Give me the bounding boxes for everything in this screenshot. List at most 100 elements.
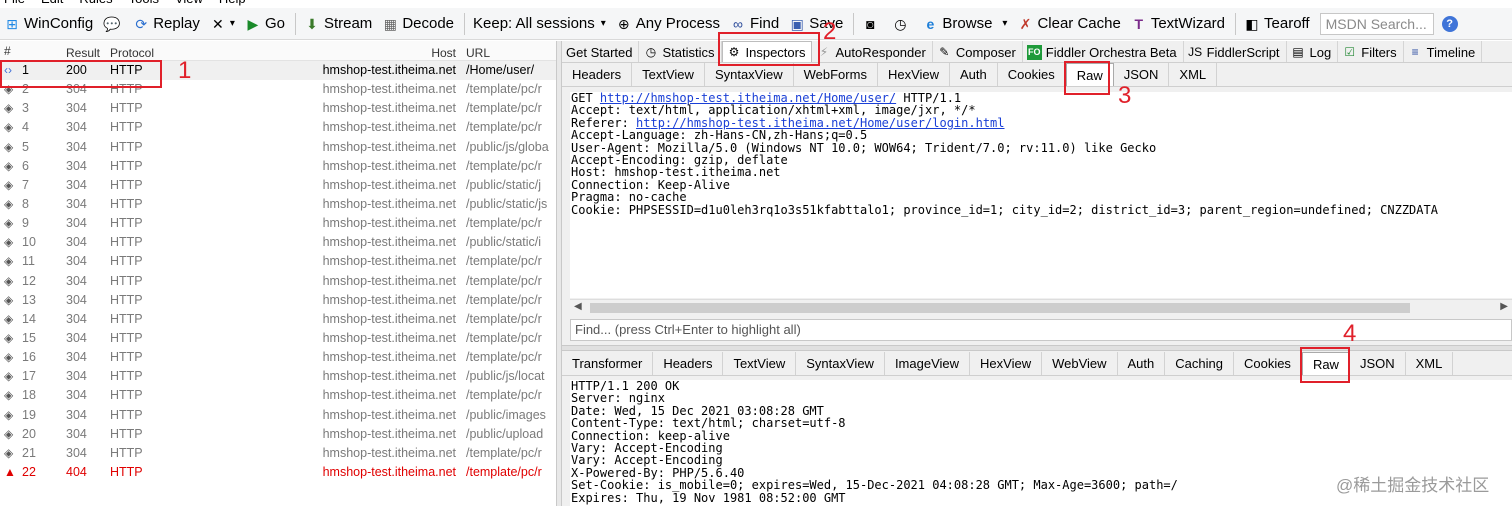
response-tab-hexview[interactable]: HexView [970, 352, 1043, 375]
remove-button[interactable]: ✕ ▾ [206, 10, 241, 38]
timer-button[interactable]: ◷ [888, 10, 918, 38]
session-protocol-cell: HTTP [110, 426, 143, 441]
html-document-icon: ◈ [4, 120, 14, 135]
session-row[interactable]: ◈ 18 304 HTTP hmshop-test.itheima.net/templa… [0, 386, 556, 405]
session-row[interactable]: ◈ 5 304 HTTP hmshop-test.itheima.net/public/… [0, 138, 556, 157]
menu-item-edit[interactable]: Edit [37, 0, 75, 7]
response-tab-imageview[interactable]: ImageView [885, 352, 971, 375]
menu-item-rules[interactable]: Rules [75, 0, 124, 7]
session-protocol-cell: HTTP [110, 101, 143, 116]
request-tab-syntaxview[interactable]: SyntaxView [705, 63, 794, 86]
response-tab-xml[interactable]: XML [1406, 352, 1454, 375]
session-result-cell: 304 [66, 177, 87, 192]
session-num-cell: ◈ 7 [0, 176, 60, 195]
go-button[interactable]: ▶ Go [241, 10, 291, 38]
tab-get-started[interactable]: Get Started [562, 41, 640, 62]
response-tab-syntaxview[interactable]: SyntaxView [796, 352, 885, 375]
session-host-cell: hmshop-test.itheima.net [322, 216, 456, 231]
column-header-num[interactable]: # [0, 41, 60, 60]
tab-filters[interactable]: ☑ Filters [1338, 41, 1404, 62]
column-header-url[interactable]: URL [466, 41, 556, 60]
scrollbar-thumb[interactable] [590, 303, 1410, 313]
menu-item-view[interactable]: View [171, 0, 215, 7]
replay-button[interactable]: ⟳ Replay [129, 10, 206, 38]
find-input[interactable]: Find... (press Ctrl+Enter to highlight a… [570, 319, 1512, 341]
keep-sessions-dropdown[interactable]: Keep: All sessions ▾ [469, 10, 612, 38]
session-url-cell: /public/js/locat [466, 369, 545, 384]
request-tab-auth[interactable]: Auth [950, 63, 998, 86]
stream-button[interactable]: ⬇ Stream [300, 10, 378, 38]
textwizard-button[interactable]: T TextWizard [1127, 10, 1231, 38]
help-icon[interactable]: ? [1441, 15, 1458, 32]
request-tab-xml[interactable]: XML [1169, 63, 1218, 86]
screenshot-button[interactable]: ◙ [858, 10, 888, 38]
request-raw-text[interactable]: GET http://hmshop-test.itheima.net/Home/… [570, 92, 1512, 298]
session-row[interactable]: ◈ 12 304 HTTP hmshop-test.itheima.net/templa… [0, 272, 556, 291]
windows-icon: ⊞ [6, 15, 18, 32]
column-header-result[interactable]: Result [60, 41, 110, 60]
session-row[interactable]: ◈ 13 304 HTTP hmshop-test.itheima.net/templa… [0, 291, 556, 310]
response-tab-cookies[interactable]: Cookies [1234, 352, 1302, 375]
response-tab-transformer[interactable]: Transformer [562, 352, 654, 375]
session-result-cell: 304 [66, 216, 87, 231]
column-header-host[interactable]: Host [200, 41, 466, 60]
scroll-right-icon[interactable]: ▶ [1500, 301, 1508, 312]
session-row[interactable]: ◈ 7 304 HTTP hmshop-test.itheima.net/public/… [0, 176, 556, 195]
session-row[interactable]: ◈ 11 304 HTTP hmshop-test.itheima.net/templa… [0, 252, 556, 271]
session-protocol-cell: HTTP [110, 464, 143, 479]
winconfig-button[interactable]: ⊞ WinConfig [0, 10, 99, 38]
session-row[interactable]: ◈ 15 304 HTTP hmshop-test.itheima.net/templa… [0, 329, 556, 348]
msdn-search-input[interactable]: MSDN Search... [1319, 12, 1434, 35]
response-tab-caching[interactable]: Caching [1165, 352, 1234, 375]
response-tab-auth[interactable]: Auth [1118, 352, 1166, 375]
menu-item-tools[interactable]: Tools [125, 0, 171, 7]
request-tab-cookies[interactable]: Cookies [998, 63, 1066, 86]
scroll-left-icon[interactable]: ◀ [574, 301, 582, 312]
session-row[interactable]: ◈ 6 304 HTTP hmshop-test.itheima.net/templat… [0, 157, 556, 176]
session-num-cell: ◈ 4 [0, 118, 60, 137]
clear-cache-button[interactable]: ✗ Clear Cache [1013, 10, 1126, 38]
session-num-cell: ◈ 19 [0, 406, 60, 425]
session-row[interactable]: ◈ 21 304 HTTP hmshop-test.itheima.net/templa… [0, 444, 556, 463]
html-document-icon: ◈ [4, 445, 14, 460]
session-row[interactable]: ◈ 16 304 HTTP hmshop-test.itheima.net/templa… [0, 348, 556, 367]
session-row[interactable]: ◈ 4 304 HTTP hmshop-test.itheima.net/templat… [0, 118, 556, 137]
response-tab-headers[interactable]: Headers [653, 352, 724, 375]
session-row[interactable]: ◈ 9 304 HTTP hmshop-test.itheima.net/templat… [0, 214, 556, 233]
comment-button[interactable]: 💬 [99, 10, 129, 38]
browse-button[interactable]: e Browse ▾ [918, 10, 1013, 38]
session-host-cell: hmshop-test.itheima.net [322, 292, 456, 307]
any-process-button[interactable]: ⊕ Any Process [612, 10, 726, 38]
session-result-cell: 404 [66, 464, 87, 479]
tab-fiddler-orchestra-beta[interactable]: FO Fiddler Orchestra Beta [1023, 41, 1184, 62]
tab-statistics[interactable]: ◷ Statistics [639, 41, 722, 62]
menu-item-help[interactable]: Help [215, 0, 258, 7]
horizontal-scrollbar[interactable]: ◀ ▶ [570, 299, 1512, 315]
session-protocol-cell: HTTP [110, 369, 143, 384]
session-row[interactable]: ◈ 14 304 HTTP hmshop-test.itheima.net/templa… [0, 310, 556, 329]
session-row[interactable]: ◈ 19 304 HTTP hmshop-test.itheima.net/public… [0, 406, 556, 425]
request-tab-textview[interactable]: TextView [632, 63, 705, 86]
session-row[interactable]: ▲ 22 404 HTTP hmshop-test.itheima.net/templa… [0, 463, 556, 482]
session-row[interactable]: ◈ 8 304 HTTP hmshop-test.itheima.net/public/… [0, 195, 556, 214]
request-tab-hexview[interactable]: HexView [878, 63, 951, 86]
response-tab-json[interactable]: JSON [1350, 352, 1406, 375]
tab-composer[interactable]: ✎ Composer [933, 41, 1023, 62]
menu-item-file[interactable]: File [0, 0, 37, 7]
session-row[interactable]: ◈ 20 304 HTTP hmshop-test.itheima.net/public… [0, 425, 556, 444]
session-url-cell: /public/static/j [466, 177, 542, 192]
horizontal-splitter[interactable] [562, 345, 1512, 351]
response-tab-textview[interactable]: TextView [723, 352, 797, 375]
session-url-cell: /template/pc/r [466, 216, 542, 231]
session-row[interactable]: ◈ 10 304 HTTP hmshop-test.itheima.net/public… [0, 233, 556, 252]
tab-fiddlerscript[interactable]: JS FiddlerScript [1184, 41, 1287, 62]
tearoff-button[interactable]: ◧ Tearoff [1240, 10, 1316, 38]
session-row[interactable]: ◈ 17 304 HTTP hmshop-test.itheima.net/public… [0, 367, 556, 386]
tab-log[interactable]: ▤ Log [1287, 41, 1339, 62]
decode-button[interactable]: ▦ Decode [378, 10, 460, 38]
session-row[interactable]: ◈ 3 304 HTTP hmshop-test.itheima.net/templat… [0, 99, 556, 118]
tab-timeline[interactable]: ≡ Timeline [1404, 41, 1483, 62]
request-tab-headers[interactable]: Headers [562, 63, 633, 86]
response-tab-webview[interactable]: WebView [1042, 352, 1118, 375]
request-tab-webforms[interactable]: WebForms [794, 63, 878, 86]
